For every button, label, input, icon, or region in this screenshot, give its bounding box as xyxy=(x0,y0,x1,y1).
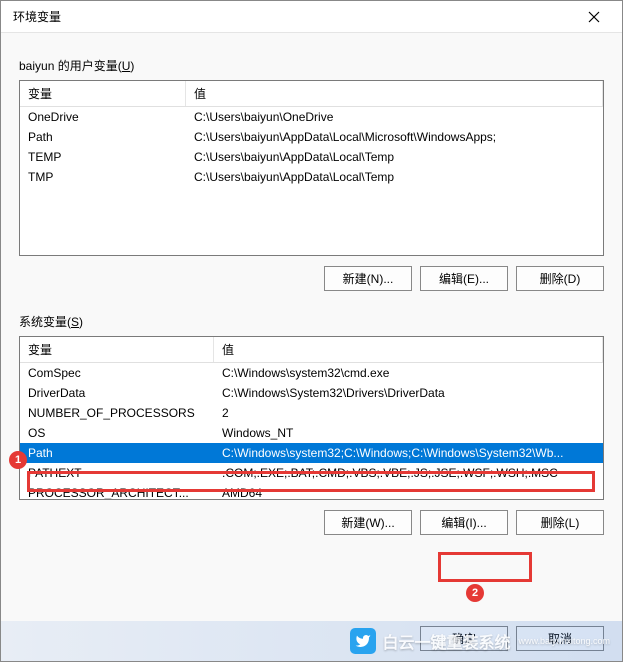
var-name-cell: OneDrive xyxy=(20,107,186,127)
cancel-button[interactable]: 取消 xyxy=(516,626,604,651)
var-name-cell: TMP xyxy=(20,167,186,187)
var-name-cell: OS xyxy=(20,423,214,443)
close-icon xyxy=(588,11,600,23)
var-value-cell: C:\Users\baiyun\OneDrive xyxy=(186,107,603,127)
user-vars-buttons: 新建(N)... 编辑(E)... 删除(D) xyxy=(19,266,604,291)
table-row[interactable]: DriverDataC:\Windows\System32\Drivers\Dr… xyxy=(20,383,603,403)
dialog-content: baiyun 的用户变量(U) 变量 值 OneDriveC:\Users\ba… xyxy=(1,33,622,535)
table-row[interactable]: PROCESSOR_ARCHITECT...AMD64 xyxy=(20,483,603,500)
user-vars-label: baiyun 的用户变量(U) xyxy=(19,57,604,74)
col-header-name[interactable]: 变量 xyxy=(20,337,214,362)
env-vars-dialog: 环境变量 baiyun 的用户变量(U) 变量 值 OneDriveC:\Use… xyxy=(0,0,623,662)
system-vars-header: 变量 值 xyxy=(20,337,603,363)
var-value-cell: C:\Windows\system32;C:\Windows;C:\Window… xyxy=(214,443,603,463)
var-value-cell: C:\Windows\System32\Drivers\DriverData xyxy=(214,383,603,403)
close-button[interactable] xyxy=(574,3,614,31)
var-name-cell: Path xyxy=(20,443,214,463)
table-row[interactable]: ComSpecC:\Windows\system32\cmd.exe xyxy=(20,363,603,383)
annotation-highlight-2 xyxy=(438,552,532,582)
table-row[interactable]: TEMPC:\Users\baiyun\AppData\Local\Temp xyxy=(20,147,603,167)
user-vars-header: 变量 值 xyxy=(20,81,603,107)
system-vars-listbox[interactable]: 变量 值 ComSpecC:\Windows\system32\cmd.exeD… xyxy=(19,336,604,500)
user-vars-listbox[interactable]: 变量 值 OneDriveC:\Users\baiyun\OneDrivePat… xyxy=(19,80,604,256)
system-vars-label: 系统变量(S) xyxy=(19,313,604,330)
user-edit-button[interactable]: 编辑(E)... xyxy=(420,266,508,291)
var-value-cell: C:\Windows\system32\cmd.exe xyxy=(214,363,603,383)
col-header-name[interactable]: 变量 xyxy=(20,81,186,106)
system-new-button[interactable]: 新建(W)... xyxy=(324,510,412,535)
var-value-cell: C:\Users\baiyun\AppData\Local\Temp xyxy=(186,147,603,167)
table-row[interactable]: PathC:\Users\baiyun\AppData\Local\Micros… xyxy=(20,127,603,147)
table-row[interactable]: OSWindows_NT xyxy=(20,423,603,443)
system-vars-buttons: 新建(W)... 编辑(I)... 删除(L) xyxy=(19,510,604,535)
table-row[interactable]: TMPC:\Users\baiyun\AppData\Local\Temp xyxy=(20,167,603,187)
var-name-cell: NUMBER_OF_PROCESSORS xyxy=(20,403,214,423)
var-name-cell: Path xyxy=(20,127,186,147)
annotation-badge-2: 2 xyxy=(466,584,484,602)
var-value-cell: C:\Users\baiyun\AppData\Local\Microsoft\… xyxy=(186,127,603,147)
table-row[interactable]: PATHEXT.COM;.EXE;.BAT;.CMD;.VBS;.VBE;.JS… xyxy=(20,463,603,483)
var-value-cell: C:\Users\baiyun\AppData\Local\Temp xyxy=(186,167,603,187)
user-new-button[interactable]: 新建(N)... xyxy=(324,266,412,291)
bird-icon xyxy=(355,633,371,649)
table-row[interactable]: NUMBER_OF_PROCESSORS2 xyxy=(20,403,603,423)
var-value-cell: 2 xyxy=(214,403,603,423)
dialog-title: 环境变量 xyxy=(9,8,574,25)
var-name-cell: PATHEXT xyxy=(20,463,214,483)
annotation-badge-1: 1 xyxy=(9,451,27,469)
var-name-cell: PROCESSOR_ARCHITECT... xyxy=(20,483,214,500)
var-name-cell: ComSpec xyxy=(20,363,214,383)
var-value-cell: Windows_NT xyxy=(214,423,603,443)
var-name-cell: DriverData xyxy=(20,383,214,403)
var-value-cell: .COM;.EXE;.BAT;.CMD;.VBS;.VBE;.JS;.JSE;.… xyxy=(214,463,603,483)
table-row[interactable]: OneDriveC:\Users\baiyun\OneDrive xyxy=(20,107,603,127)
titlebar: 环境变量 xyxy=(1,1,622,33)
ok-button[interactable]: 确定 xyxy=(420,626,508,651)
col-header-value[interactable]: 值 xyxy=(214,337,603,362)
system-edit-button[interactable]: 编辑(I)... xyxy=(420,510,508,535)
system-delete-button[interactable]: 删除(L) xyxy=(516,510,604,535)
var-value-cell: AMD64 xyxy=(214,483,603,500)
table-row[interactable]: PathC:\Windows\system32;C:\Windows;C:\Wi… xyxy=(20,443,603,463)
watermark-logo xyxy=(350,628,376,654)
dialog-footer: 确定 取消 xyxy=(420,626,604,651)
col-header-value[interactable]: 值 xyxy=(186,81,603,106)
var-name-cell: TEMP xyxy=(20,147,186,167)
user-delete-button[interactable]: 删除(D) xyxy=(516,266,604,291)
